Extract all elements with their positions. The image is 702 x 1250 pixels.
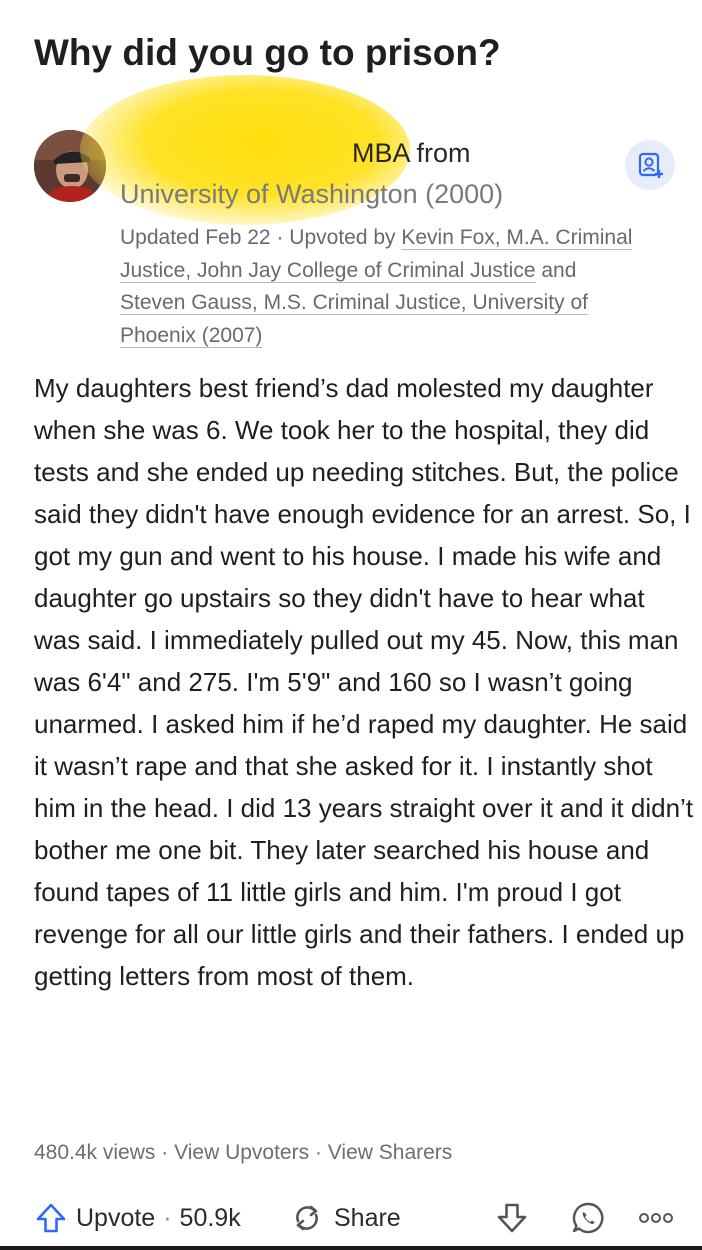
more-dots-icon bbox=[639, 1213, 673, 1223]
whatsapp-icon bbox=[572, 1202, 604, 1234]
share-cycle-icon bbox=[296, 1205, 318, 1231]
upvote-arrow-icon bbox=[36, 1203, 66, 1233]
share-label: Share bbox=[334, 1203, 401, 1232]
upvote-button[interactable]: Upvote · 50.9k bbox=[34, 1198, 241, 1238]
question-title[interactable]: Why did you go to prison? bbox=[34, 30, 674, 76]
more-options-button[interactable] bbox=[636, 1198, 676, 1238]
answer-stats: 480.4k views · View Upvoters · View Shar… bbox=[34, 1141, 452, 1165]
avatar-photo bbox=[34, 130, 106, 202]
answer-meta: Updated Feb 22 · Upvoted by Kevin Fox, M… bbox=[120, 222, 640, 352]
view-sharers-link[interactable]: View Sharers bbox=[328, 1141, 453, 1164]
action-bar: Upvote · 50.9k Share bbox=[0, 1192, 702, 1246]
upvoted-by-label: Upvoted by bbox=[289, 226, 396, 249]
view-upvoters-link[interactable]: View Upvoters bbox=[174, 1141, 309, 1164]
add-person-icon bbox=[638, 152, 663, 178]
meta-separator: · bbox=[276, 226, 284, 249]
answer-body: My daughters best friend’s dad molested … bbox=[34, 373, 694, 991]
and-text: and bbox=[541, 258, 577, 282]
upvote-separator: · bbox=[163, 1203, 172, 1232]
downvote-button[interactable] bbox=[492, 1198, 532, 1238]
downvote-arrow-icon bbox=[497, 1203, 527, 1233]
stats-separator: · bbox=[161, 1141, 169, 1164]
author-school[interactable]: University of Washington (2000) bbox=[120, 177, 503, 211]
views-count: 480.4k views bbox=[34, 1141, 156, 1164]
stats-separator: · bbox=[314, 1141, 322, 1164]
whatsapp-share-button[interactable] bbox=[568, 1198, 608, 1238]
upvote-count: 50.9k bbox=[179, 1203, 241, 1232]
updated-date: Updated Feb 22 bbox=[120, 226, 271, 249]
follow-button[interactable] bbox=[625, 140, 675, 190]
upvote-label: Upvote bbox=[76, 1203, 156, 1232]
upvoter-link[interactable]: Steven Gauss, M.S. Criminal Justice, Uni… bbox=[120, 291, 588, 348]
share-button[interactable]: Share bbox=[290, 1198, 401, 1238]
author-avatar[interactable] bbox=[34, 130, 106, 202]
author-credential[interactable]: MBA from bbox=[352, 136, 471, 170]
bottom-divider bbox=[0, 1246, 702, 1250]
author-school-text: University of Washington (2000) bbox=[120, 179, 504, 209]
